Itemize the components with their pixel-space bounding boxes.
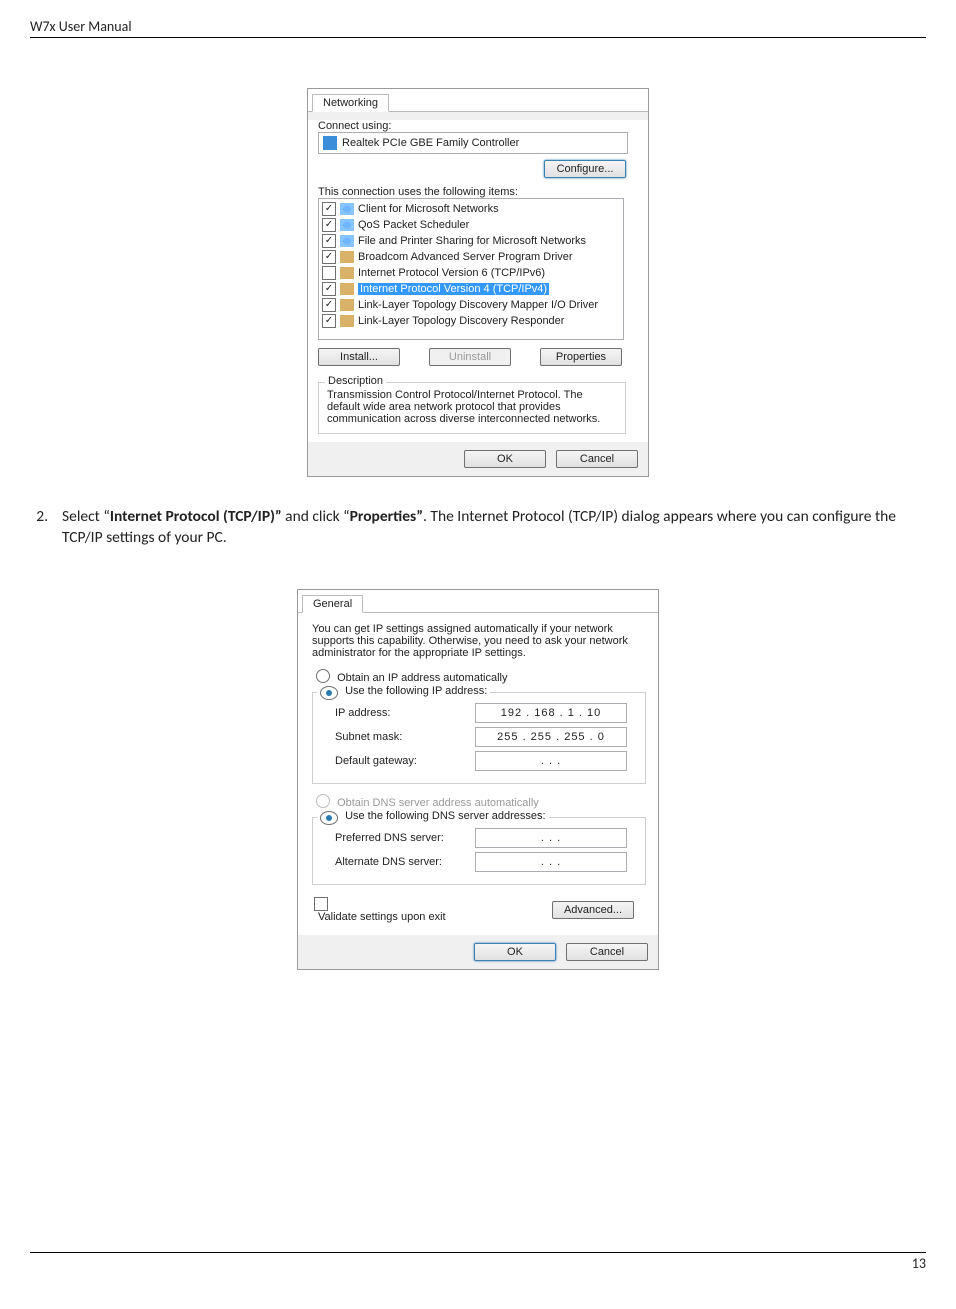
- radio-auto-ip[interactable]: [316, 669, 330, 683]
- checkbox-icon[interactable]: [322, 218, 336, 232]
- list-item[interactable]: File and Printer Sharing for Microsoft N…: [321, 233, 621, 249]
- list-item-label: File and Printer Sharing for Microsoft N…: [358, 235, 586, 247]
- list-item[interactable]: QoS Packet Scheduler: [321, 217, 621, 233]
- protocol-icon: [340, 283, 354, 295]
- networking-dialog: Networking Connect using: Realtek PCIe G…: [307, 88, 649, 477]
- protocol-icon: [340, 235, 354, 247]
- description-title: Description: [325, 375, 386, 387]
- input-ip-address[interactable]: 192 . 168 . 1 . 10: [475, 703, 627, 723]
- checkbox-icon[interactable]: [322, 250, 336, 264]
- step-2: 2. Select “Internet Protocol (TCP/IP)” a…: [30, 507, 926, 549]
- radio-use-ip[interactable]: [320, 686, 338, 700]
- configure-button[interactable]: Configure...: [544, 160, 626, 178]
- list-item-label: Link-Layer Topology Discovery Mapper I/O…: [358, 299, 598, 311]
- label-use-dns: Use the following DNS server addresses:: [345, 810, 546, 822]
- step-2-text: Select “Internet Protocol (TCP/IP)” and …: [62, 507, 926, 549]
- protocol-icon: [340, 315, 354, 327]
- figure-networking-dialog: Networking Connect using: Realtek PCIe G…: [30, 88, 926, 477]
- label-preferred-dns: Preferred DNS server:: [335, 832, 444, 844]
- checkbox-icon[interactable]: [322, 298, 336, 312]
- doc-title: W7x User Manual: [30, 18, 132, 35]
- adapter-box: Realtek PCIe GBE Family Controller: [318, 132, 628, 154]
- connection-items-list[interactable]: Client for Microsoft Networks QoS Packet …: [318, 198, 624, 340]
- list-item-label: Link-Layer Topology Discovery Responder: [358, 315, 564, 327]
- cancel-button[interactable]: Cancel: [556, 450, 638, 468]
- list-item-label: Internet Protocol Version 4 (TCP/IPv4): [358, 283, 549, 295]
- label-auto-dns: Obtain DNS server address automatically: [337, 797, 539, 809]
- step-2-t1: Select “: [62, 507, 110, 526]
- checkbox-icon[interactable]: [322, 234, 336, 248]
- protocol-icon: [340, 203, 354, 215]
- advanced-button[interactable]: Advanced...: [552, 901, 634, 919]
- label-alternate-dns: Alternate DNS server:: [335, 856, 442, 868]
- checkbox-validate[interactable]: [314, 897, 328, 911]
- list-item-label: Client for Microsoft Networks: [358, 203, 499, 215]
- network-adapter-icon: [323, 136, 337, 150]
- label-auto-ip: Obtain an IP address automatically: [337, 672, 507, 684]
- page-number: 13: [912, 1255, 926, 1272]
- tcpip-dialog: General You can get IP settings assigned…: [297, 589, 659, 970]
- list-item-label: Broadcom Advanced Server Program Driver: [358, 251, 573, 263]
- protocol-icon: [340, 219, 354, 231]
- list-item[interactable]: Internet Protocol Version 6 (TCP/IPv6): [321, 265, 621, 281]
- input-subnet-mask[interactable]: 255 . 255 . 255 . 0: [475, 727, 627, 747]
- figure-tcpip-dialog: General You can get IP settings assigned…: [30, 589, 926, 970]
- cancel-button-2[interactable]: Cancel: [566, 943, 648, 961]
- checkbox-icon[interactable]: [322, 282, 336, 296]
- list-item-label: Internet Protocol Version 6 (TCP/IPv6): [358, 267, 545, 279]
- step-2-number: 2.: [30, 507, 48, 549]
- list-item[interactable]: Link-Layer Topology Discovery Responder: [321, 313, 621, 329]
- description-group: Description Transmission Control Protoco…: [318, 382, 626, 434]
- adapter-name: Realtek PCIe GBE Family Controller: [342, 137, 519, 149]
- protocol-icon: [340, 299, 354, 311]
- radio-auto-dns: [316, 794, 330, 808]
- list-item[interactable]: Internet Protocol Version 4 (TCP/IPv4): [321, 281, 621, 297]
- tab-strip-2: General: [298, 590, 658, 613]
- label-default-gateway: Default gateway:: [335, 755, 417, 767]
- protocol-icon: [340, 267, 354, 279]
- uninstall-button: Uninstall: [429, 348, 511, 366]
- doc-header: W7x User Manual: [30, 18, 926, 38]
- label-subnet-mask: Subnet mask:: [335, 731, 402, 743]
- step-2-b1: Internet Protocol (TCP/IP)”: [110, 507, 282, 526]
- connect-using-label: Connect using:: [318, 120, 638, 132]
- doc-footer: 13: [30, 1252, 926, 1272]
- install-button[interactable]: Install...: [318, 348, 400, 366]
- list-item[interactable]: Client for Microsoft Networks: [321, 201, 621, 217]
- list-item[interactable]: Broadcom Advanced Server Program Driver: [321, 249, 621, 265]
- radio-use-dns[interactable]: [320, 811, 338, 825]
- input-preferred-dns[interactable]: . . .: [475, 828, 627, 848]
- ok-button[interactable]: OK: [464, 450, 546, 468]
- label-validate: Validate settings upon exit: [318, 911, 446, 923]
- label-use-ip: Use the following IP address:: [345, 685, 487, 697]
- checkbox-icon[interactable]: [322, 202, 336, 216]
- intro-text: You can get IP settings assigned automat…: [312, 623, 644, 659]
- description-text: Transmission Control Protocol/Internet P…: [327, 389, 600, 425]
- label-ip-address: IP address:: [335, 707, 390, 719]
- validate-row: Validate settings upon exit: [314, 897, 446, 923]
- tab-networking[interactable]: Networking: [312, 94, 389, 112]
- list-item[interactable]: Link-Layer Topology Discovery Mapper I/O…: [321, 297, 621, 313]
- checkbox-icon[interactable]: [322, 266, 336, 280]
- step-2-b2: Properties”: [350, 507, 423, 526]
- properties-button[interactable]: Properties: [540, 348, 622, 366]
- protocol-icon: [340, 251, 354, 263]
- checkbox-icon[interactable]: [322, 314, 336, 328]
- tab-general[interactable]: General: [302, 595, 363, 613]
- tab-strip: Networking: [308, 89, 648, 112]
- list-item-label: QoS Packet Scheduler: [358, 219, 469, 231]
- ok-button-2[interactable]: OK: [474, 943, 556, 961]
- input-default-gateway[interactable]: . . .: [475, 751, 627, 771]
- uses-label: This connection uses the following items…: [318, 186, 638, 198]
- input-alternate-dns[interactable]: . . .: [475, 852, 627, 872]
- step-2-t2: and click “: [282, 507, 350, 526]
